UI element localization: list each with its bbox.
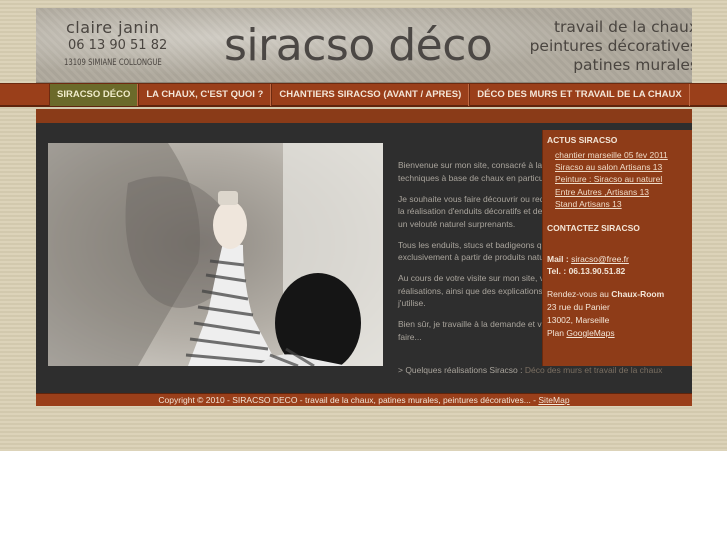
contact-tel: Tel. : 06.13.90.51.82 bbox=[547, 266, 626, 276]
site-container: claire janin 06 13 90 51 82 13109 SIMIAN… bbox=[36, 8, 692, 406]
realisations-line: > Quelques réalisations Siracso : Déco d… bbox=[398, 365, 662, 375]
main-navigation: SIRACSO DÉCO LA CHAUX, C'EST QUOI ? CHAN… bbox=[36, 83, 692, 107]
tagline-line: patines murales bbox=[573, 56, 692, 74]
news-link[interactable]: Entre Autres ,Artisans 13 bbox=[555, 186, 668, 198]
meeting-prefix: Rendez-vous au bbox=[547, 289, 609, 299]
nav-item-la-chaux[interactable]: LA CHAUX, C'EST QUOI ? bbox=[138, 84, 272, 106]
footer: Copyright © 2010 - SIRACSO DECO - travai… bbox=[36, 393, 692, 406]
news-list: chantier marseille 05 fev 2011 Siracso a… bbox=[555, 149, 668, 210]
contact-city: 13109 SIMIANE COLLONGUE bbox=[64, 58, 162, 68]
contact-phone: 06 13 90 51 82 bbox=[68, 38, 168, 53]
address-city: 13002, Marseille bbox=[547, 315, 610, 325]
news-link[interactable]: chantier marseille 05 fev 2011 bbox=[555, 149, 668, 161]
nav-item-deco-des-murs[interactable]: DÉCO DES MURS ET TRAVAIL DE LA CHAUX bbox=[469, 84, 690, 106]
nav-item-siracso-deco[interactable]: SIRACSO DÉCO bbox=[49, 84, 139, 106]
page-blank-area bbox=[0, 451, 727, 545]
plan-line: Plan GoogleMaps bbox=[547, 327, 615, 340]
sitemap-link[interactable]: SiteMap bbox=[538, 395, 569, 405]
header-banner: claire janin 06 13 90 51 82 13109 SIMIAN… bbox=[36, 8, 692, 83]
site-title[interactable]: siracso déco bbox=[224, 20, 493, 71]
contact-heading: CONTACTEZ SIRACSO bbox=[547, 223, 640, 233]
content-top-band bbox=[36, 109, 692, 123]
main-content: Bienvenue sur mon site, consacré à la dé… bbox=[36, 109, 692, 393]
contact-mail: Mail : siracso@free.fr bbox=[547, 253, 629, 266]
tagline-line: peintures décoratives bbox=[529, 37, 692, 55]
news-link[interactable]: Siracso au salon Artisans 13 bbox=[555, 161, 668, 173]
footer-text: Copyright © 2010 - SIRACSO DECO - travai… bbox=[158, 395, 537, 405]
googlemaps-link[interactable]: GoogleMaps bbox=[566, 328, 614, 338]
mail-label: Mail : bbox=[547, 254, 569, 264]
hero-photo bbox=[48, 143, 383, 366]
nav-item-chantiers[interactable]: CHANTIERS SIRACSO (AVANT / APRES) bbox=[271, 84, 470, 106]
news-heading: ACTUS SIRACSO bbox=[547, 135, 618, 145]
news-link[interactable]: Peinture : Siracso au naturel bbox=[555, 173, 668, 185]
tagline-line: travail de la chaux bbox=[553, 18, 692, 36]
realisations-prefix: > Quelques réalisations Siracso : bbox=[398, 365, 523, 375]
sidebar: ACTUS SIRACSO chantier marseille 05 fev … bbox=[542, 130, 692, 366]
meeting-line: Rendez-vous au Chaux-Room bbox=[547, 288, 664, 301]
tagline: travail de la chaux peintures décorative… bbox=[530, 18, 692, 75]
plan-label: Plan bbox=[547, 328, 565, 338]
meeting-place: Chaux-Room bbox=[611, 289, 665, 299]
contact-name: claire janin bbox=[66, 18, 160, 37]
realisations-link[interactable]: Déco des murs et travail de la chaux bbox=[525, 365, 662, 375]
address-street: 23 rue du Panier bbox=[547, 302, 610, 312]
news-link[interactable]: Stand Artisans 13 bbox=[555, 198, 668, 210]
mail-link[interactable]: siracso@free.fr bbox=[571, 254, 629, 264]
